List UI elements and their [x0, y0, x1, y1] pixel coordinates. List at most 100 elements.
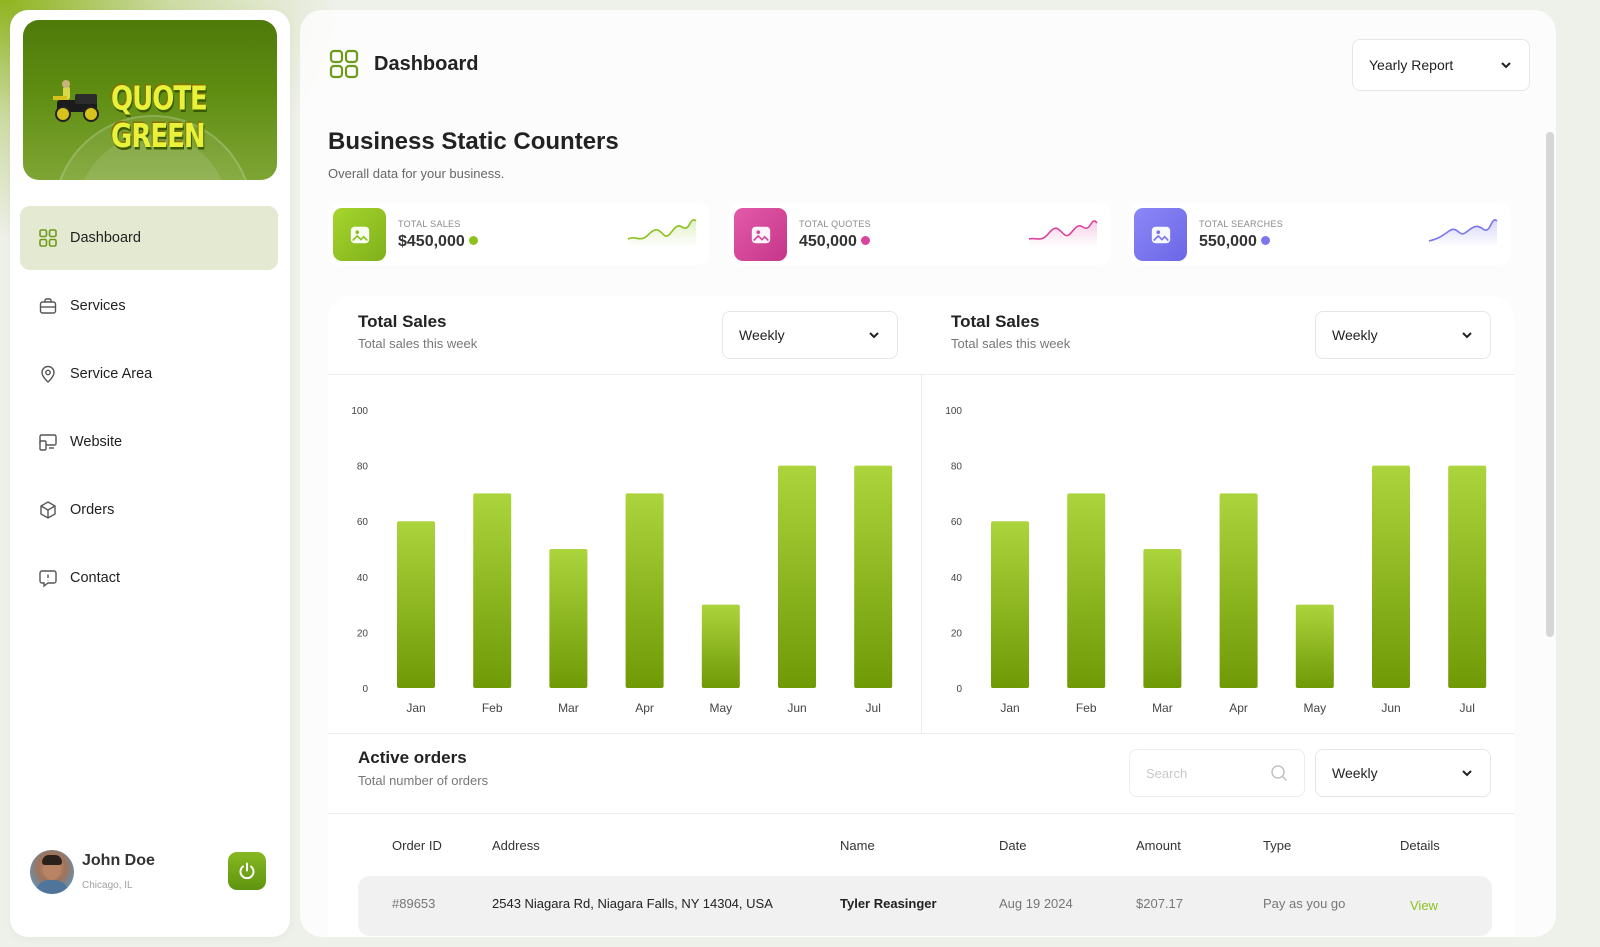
sidebar-item-label: Orders	[70, 502, 115, 518]
bar-feb[interactable]	[473, 493, 512, 688]
chevron-down-icon	[1462, 770, 1472, 777]
logo-card[interactable]: QUOTE GREEN	[23, 20, 277, 180]
devices-icon	[39, 434, 57, 451]
page-title: Dashboard	[374, 53, 479, 75]
sidebar: QUOTE GREEN Dashboard Services Service A…	[10, 10, 290, 937]
x-tick-label: Jun	[1381, 701, 1400, 715]
column-header-name[interactable]: Name	[840, 838, 875, 853]
column-header-address[interactable]: Address	[492, 838, 540, 853]
sidebar-item-label: Website	[70, 434, 123, 450]
bar-apr[interactable]	[625, 493, 664, 688]
order-type: Pay as you go	[1263, 896, 1346, 911]
sidebar-item-services[interactable]: Services	[20, 274, 278, 338]
sidebar-item-label: Contact	[70, 570, 120, 586]
orders-search[interactable]	[1129, 749, 1305, 797]
orders-period-select[interactable]: Weekly	[1315, 749, 1491, 797]
x-tick-label: May	[709, 701, 732, 715]
scrollbar[interactable]	[1546, 132, 1554, 637]
y-tick-label: 20	[357, 628, 369, 639]
chart-title: Total Sales	[951, 312, 1040, 331]
table-row[interactable]: #89653 2543 Niagara Rd, Niagara Falls, N…	[358, 876, 1492, 936]
bar-mar[interactable]	[549, 549, 588, 688]
chevron-down-icon	[1462, 332, 1472, 339]
chevron-down-icon	[869, 332, 879, 339]
orders-subtitle: Total number of orders	[358, 773, 489, 788]
briefcase-icon	[39, 298, 57, 314]
column-header-date[interactable]: Date	[999, 838, 1026, 853]
x-tick-label: Jul	[1460, 701, 1475, 715]
x-tick-label: Jan	[406, 701, 425, 715]
sparkline	[1428, 219, 1498, 247]
x-tick-label: May	[1303, 701, 1326, 715]
profile-name: John Doe	[82, 852, 155, 869]
bar-jan[interactable]	[991, 521, 1029, 688]
sidebar-item-contact[interactable]: Contact	[20, 546, 278, 610]
status-dot	[1260, 236, 1270, 245]
column-header-details[interactable]: Details	[1400, 838, 1440, 853]
avatar[interactable]	[30, 850, 74, 894]
main-panel: Dashboard Yearly Report Business Static …	[300, 10, 1556, 937]
sidebar-item-label: Dashboard	[70, 230, 141, 246]
bar-may[interactable]	[701, 604, 740, 688]
power-icon	[239, 862, 255, 880]
bar-jun[interactable]	[778, 465, 816, 688]
report-period-select[interactable]: Yearly Report	[1352, 39, 1530, 91]
sidebar-item-label: Services	[70, 298, 126, 314]
y-tick-label: 0	[362, 684, 368, 695]
profile-location: Chicago, IL	[82, 880, 133, 891]
bar-jan[interactable]	[397, 521, 435, 688]
bar-jul[interactable]	[1448, 465, 1487, 688]
sidebar-nav: Dashboard Services Service Area Website …	[20, 206, 278, 614]
x-tick-label: Jul	[866, 701, 881, 715]
status-dot	[860, 236, 870, 245]
column-header-amount[interactable]: Amount	[1136, 838, 1181, 853]
sidebar-item-service-area[interactable]: Service Area	[20, 342, 278, 406]
chart-subtitle: Total sales this week	[951, 336, 1071, 351]
chart-period-value: Weekly	[739, 327, 785, 343]
chart-subtitle: Total sales this week	[358, 336, 478, 351]
stat-card-total-quotes[interactable]: TOTAL QUOTES 450,000	[729, 203, 1111, 265]
orders-period-value: Weekly	[1332, 765, 1378, 781]
order-customer-name: Tyler Reasinger	[840, 896, 937, 911]
column-header-type[interactable]: Type	[1263, 838, 1291, 853]
bar-mar[interactable]	[1143, 549, 1182, 688]
logo-text: QUOTE GREEN	[111, 80, 208, 156]
chart-period-select[interactable]: Weekly	[722, 311, 898, 359]
report-period-value: Yearly Report	[1369, 57, 1454, 73]
chart-period-select[interactable]: Weekly	[1315, 311, 1491, 359]
stat-card-total-searches[interactable]: TOTAL SEARCHES 550,000	[1129, 203, 1511, 265]
stat-icon	[734, 208, 787, 261]
y-tick-label: 80	[357, 462, 369, 473]
stat-value: $450,000	[398, 233, 478, 251]
x-tick-label: Jan	[1000, 701, 1019, 715]
chart-title: Total Sales	[358, 312, 447, 331]
logout-button[interactable]	[228, 852, 266, 890]
charts-orders-card: Total Sales Total sales this week Weekly…	[328, 296, 1514, 937]
column-header-order-id[interactable]: Order ID	[392, 838, 442, 853]
grid-icon	[329, 49, 359, 79]
sidebar-item-dashboard[interactable]: Dashboard	[20, 206, 278, 270]
search-input[interactable]	[1146, 765, 1256, 781]
stat-card-total-sales[interactable]: TOTAL SALES $450,000	[328, 203, 710, 265]
stat-icon	[333, 208, 386, 261]
status-dot	[468, 236, 478, 245]
bar-jul[interactable]	[854, 465, 893, 688]
view-details-link[interactable]: View	[1410, 898, 1438, 913]
image-icon	[1151, 226, 1170, 243]
sidebar-item-orders[interactable]: Orders	[20, 478, 278, 542]
x-tick-label: Feb	[1076, 701, 1097, 715]
chart-period-value: Weekly	[1332, 327, 1378, 343]
divider	[328, 813, 1514, 814]
sidebar-item-website[interactable]: Website	[20, 410, 278, 474]
lawn-mower-icon	[53, 80, 99, 122]
sparkline	[1028, 220, 1098, 247]
bar-jun[interactable]	[1372, 465, 1410, 688]
bar-feb[interactable]	[1067, 493, 1106, 688]
x-tick-label: Feb	[482, 701, 503, 715]
bar-chart: 0 20 40 60 80 100 Jan Feb Mar Apr May Jun Jul	[351, 406, 893, 715]
y-tick-label: 80	[951, 462, 963, 473]
bar-may[interactable]	[1295, 604, 1334, 688]
y-tick-label: 60	[357, 517, 369, 528]
divider	[328, 733, 1514, 734]
bar-apr[interactable]	[1219, 493, 1258, 688]
